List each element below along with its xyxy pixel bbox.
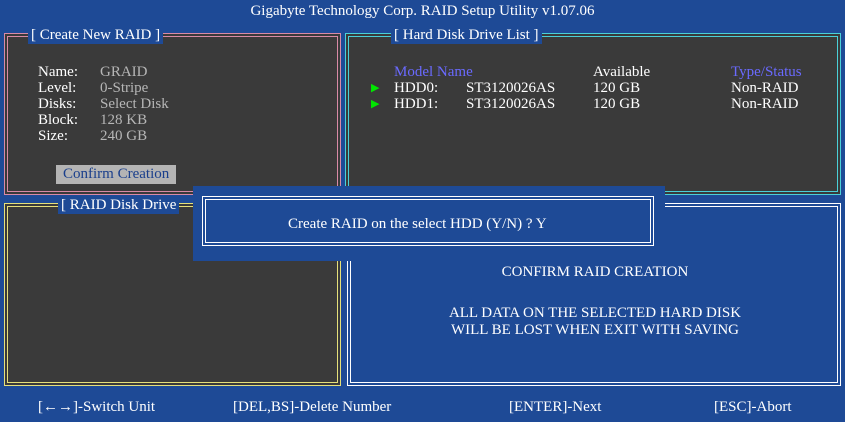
- disks-value[interactable]: Select Disk: [100, 96, 169, 112]
- dialog-prompt[interactable]: Create RAID on the select HDD (Y/N) ? Y: [288, 215, 547, 233]
- level-value[interactable]: 0-Stripe: [100, 80, 148, 96]
- name-label: Name:: [38, 64, 78, 80]
- raid-disk-title: [ RAID Disk Drive: [58, 196, 180, 214]
- confirm-dialog: Create RAID on the select HDD (Y/N) ? Y: [193, 186, 665, 261]
- hdd-model: ST3120026AS: [466, 96, 556, 112]
- hdd-available: 120 GB: [593, 80, 641, 96]
- size-label: Size:: [38, 128, 68, 144]
- window-title: Gigabyte Technology Corp. RAID Setup Uti…: [250, 3, 595, 19]
- hdd-model: ST3120026AS: [466, 80, 556, 96]
- name-value[interactable]: GRAID: [100, 64, 148, 80]
- hdd-port: HDD0:: [394, 80, 439, 96]
- available-header: Available: [593, 64, 651, 80]
- delete-number-hint: [DEL,BS]-Delete Number: [233, 399, 392, 415]
- size-value: 240 GB: [100, 128, 148, 144]
- create-raid-panel: [ Create New RAID ] Name: GRAID Level: 0…: [4, 26, 341, 195]
- warning-heading: CONFIRM RAID CREATION: [501, 264, 689, 280]
- status-bar: [←→]-Switch Unit [DEL,BS]-Delete Number …: [0, 392, 845, 422]
- confirm-creation-button[interactable]: Confirm Creation: [56, 165, 177, 184]
- disks-label: Disks:: [38, 96, 77, 112]
- hdd-available: 120 GB: [593, 96, 641, 112]
- hdd-list-title: [ Hard Disk Drive List ]: [391, 26, 542, 44]
- enter-next-hint: [ENTER]-Next: [509, 399, 602, 415]
- warning-line-2: WILL BE LOST WHEN EXIT WITH SAVING: [450, 322, 740, 338]
- switch-unit-hint: [←→]-Switch Unit: [38, 399, 156, 415]
- hdd-type: Non-RAID: [731, 80, 799, 96]
- esc-abort-hint: [ESC]-Abort: [714, 399, 792, 415]
- model-name-header: Model Name: [394, 64, 473, 80]
- type-status-header: Type/Status: [731, 64, 802, 80]
- block-value[interactable]: 128 KB: [100, 112, 147, 128]
- hdd-list-panel: [ Hard Disk Drive List ] Model Name Avai…: [345, 26, 841, 195]
- warning-line-1: ALL DATA ON THE SELECTED HARD DISK: [448, 305, 742, 321]
- selection-arrow-icon: ▶: [371, 98, 380, 110]
- block-label: Block:: [38, 112, 78, 128]
- level-label: Level:: [38, 80, 77, 96]
- selection-arrow-icon: ▶: [371, 82, 380, 94]
- hdd-port: HDD1:: [394, 96, 439, 112]
- create-raid-title: [ Create New RAID ]: [28, 26, 164, 44]
- hdd-type: Non-RAID: [731, 96, 799, 112]
